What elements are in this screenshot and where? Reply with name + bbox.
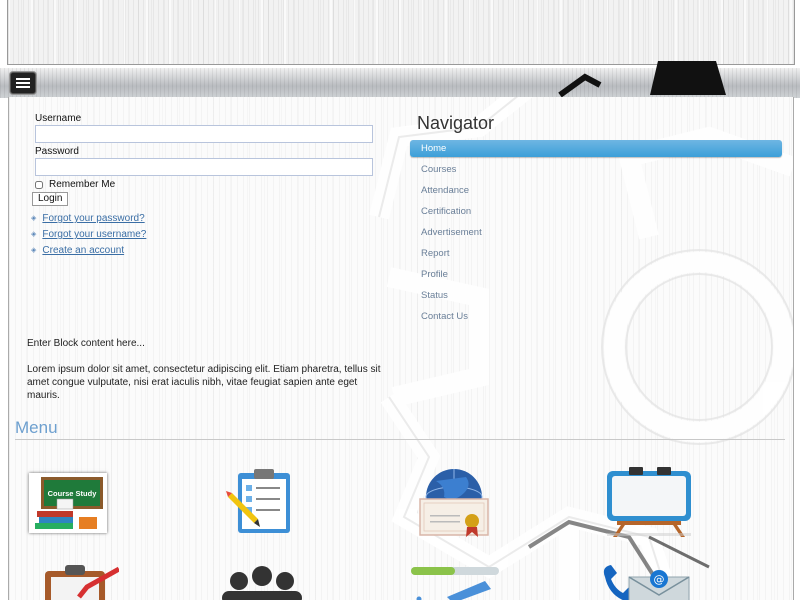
nav-item-attendance[interactable]: Attendance [410, 182, 782, 199]
clipboard-checklist-icon[interactable] [224, 467, 304, 540]
svg-text:@: @ [654, 573, 665, 586]
certificate-icon[interactable] [414, 467, 494, 542]
contact-phone-email-icon[interactable]: @ [601, 563, 697, 600]
bullet-icon: ◈ [31, 247, 37, 254]
block-intro-text: Enter Block content here... [27, 338, 145, 349]
remember-me-checkbox[interactable] [35, 181, 43, 189]
forgot-username-link[interactable]: Forgot your username? [42, 229, 146, 240]
hamburger-menu-button[interactable] [10, 72, 36, 94]
password-input[interactable] [35, 158, 373, 176]
nav-item-contact-us[interactable]: Contact Us [410, 308, 782, 325]
create-account-item: ◈ Create an account [31, 245, 124, 256]
nav-item-status[interactable]: Status [410, 287, 782, 304]
people-group-icon[interactable] [214, 563, 310, 600]
menu-title: Menu [15, 418, 58, 437]
remember-me-label: Remember Me [49, 179, 116, 190]
username-input[interactable] [35, 125, 373, 143]
nav-item-report[interactable]: Report [410, 245, 782, 262]
nav-item-courses[interactable]: Courses [410, 161, 782, 178]
course-study-icon[interactable]: Course Study [29, 473, 107, 533]
bullet-icon: ◈ [31, 231, 37, 238]
nav-item-home[interactable]: Home [410, 140, 782, 157]
course-board-text: Course Study [48, 489, 98, 498]
forgot-password-link[interactable]: Forgot your password? [42, 213, 144, 224]
username-label: Username [35, 113, 82, 124]
password-label: Password [35, 146, 79, 157]
nav-item-profile[interactable]: Profile [410, 266, 782, 283]
navigator-title: Navigator [417, 113, 495, 133]
divider [15, 439, 785, 440]
nav-item-certification[interactable]: Certification [410, 203, 782, 220]
forgot-password-item: ◈ Forgot your password? [31, 213, 145, 224]
login-button[interactable]: Login [32, 192, 69, 206]
progress-bar-icon[interactable] [407, 563, 503, 600]
bullet-icon: ◈ [31, 215, 37, 222]
block-body-text: Lorem ipsum dolor sit amet, consectetur … [27, 364, 381, 401]
forgot-username-item: ◈ Forgot your username? [31, 229, 146, 240]
nav-item-advertisement[interactable]: Advertisement [410, 224, 782, 241]
whiteboard-icon[interactable] [601, 467, 697, 542]
task-clipboard-icon[interactable] [39, 563, 121, 600]
create-account-link[interactable]: Create an account [42, 245, 124, 256]
main-content: Username Password Remember Me Login ◈ For… [8, 97, 794, 600]
